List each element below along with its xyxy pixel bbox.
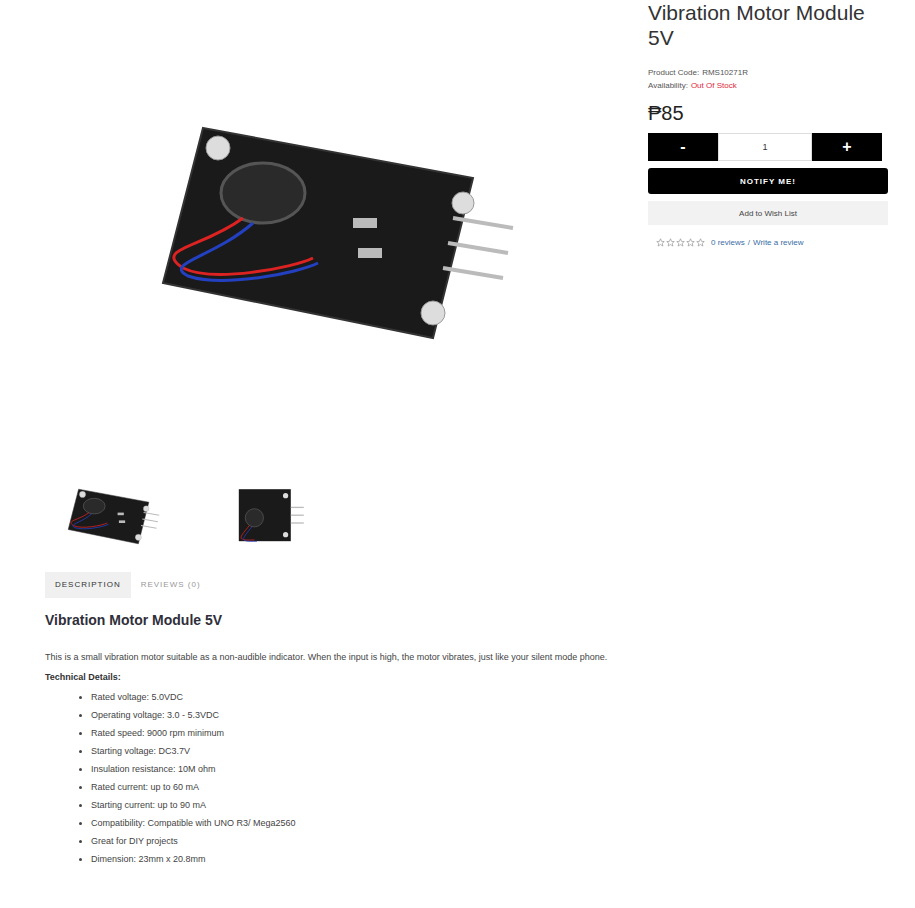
star-icon (666, 238, 675, 247)
details-label: Technical Details: (45, 672, 623, 682)
spec-item: Dimension: 23mm x 20.8mm (91, 850, 623, 868)
increase-button[interactable]: + (812, 133, 882, 161)
spec-list: Rated voltage: 5.0VDCOperating voltage: … (45, 688, 623, 868)
code-label: Product Code: (648, 66, 699, 79)
product-photo-icon (143, 108, 523, 348)
tab-bar: DESCRIPTIONREVIEWS (0) (45, 572, 623, 598)
wishlist-button[interactable]: Add to Wish List (648, 201, 888, 225)
description-heading: Vibration Motor Module 5V (45, 612, 623, 628)
availability: Availability:Out Of Stock (648, 79, 890, 92)
decrease-button[interactable]: - (648, 133, 718, 161)
separator: / (748, 238, 750, 247)
price: ₱85 (648, 102, 890, 125)
spec-item: Operating voltage: 3.0 - 5.3VDC (91, 706, 623, 724)
product-info-column: Vibration Motor Module 5V Product Code:RM… (648, 0, 890, 908)
star-icon (686, 238, 695, 247)
product-title: Vibration Motor Module 5V (648, 0, 890, 50)
product-photo-icon (218, 484, 317, 546)
product-media-column: DESCRIPTIONREVIEWS (0) Vibration Motor Mo… (45, 0, 623, 908)
spec-item: Rated voltage: 5.0VDC (91, 688, 623, 706)
write-review-link[interactable]: Write a review (753, 238, 804, 247)
star-icon (656, 238, 665, 247)
spec-item: Compatibility: Compatible with UNO R3/ M… (91, 814, 623, 832)
star-icon (696, 238, 705, 247)
tab[interactable]: DESCRIPTION (45, 572, 131, 598)
code-value: RMS10271R (702, 66, 748, 79)
main-product-image (45, 0, 620, 455)
quantity-row: -+ (648, 133, 882, 161)
product-photo-icon (63, 484, 162, 546)
description-intro: This is a small vibration motor suitable… (45, 650, 615, 664)
product-code: Product Code:RMS10271R (648, 66, 890, 79)
notify-button[interactable]: NOTIFY ME! (648, 168, 888, 194)
star-rating (656, 238, 705, 247)
spec-item: Rated speed: 9000 rpm minimum (91, 724, 623, 742)
spec-item: Rated current: up to 60 mA (91, 778, 623, 796)
tab[interactable]: REVIEWS (0) (131, 572, 211, 598)
spec-item: Starting voltage: DC3.7V (91, 742, 623, 760)
spec-item: Insulation resistance: 10M ohm (91, 760, 623, 778)
star-icon (676, 238, 685, 247)
thumbnail[interactable] (215, 470, 320, 560)
reviews-link[interactable]: 0 reviews (711, 238, 745, 247)
product-page: DESCRIPTIONREVIEWS (0) Vibration Motor Mo… (0, 0, 915, 908)
thumbnail-row (45, 470, 623, 560)
thumbnail[interactable] (60, 470, 165, 560)
availability-value: Out Of Stock (691, 79, 737, 92)
review-links: 0 reviews/Write a review (711, 238, 804, 247)
spec-item: Starting current: up to 90 mA (91, 796, 623, 814)
rating-row: 0 reviews/Write a review (648, 238, 890, 247)
quantity-input[interactable] (718, 133, 812, 161)
availability-label: Availability: (648, 79, 688, 92)
spec-item: Great for DIY projects (91, 832, 623, 850)
